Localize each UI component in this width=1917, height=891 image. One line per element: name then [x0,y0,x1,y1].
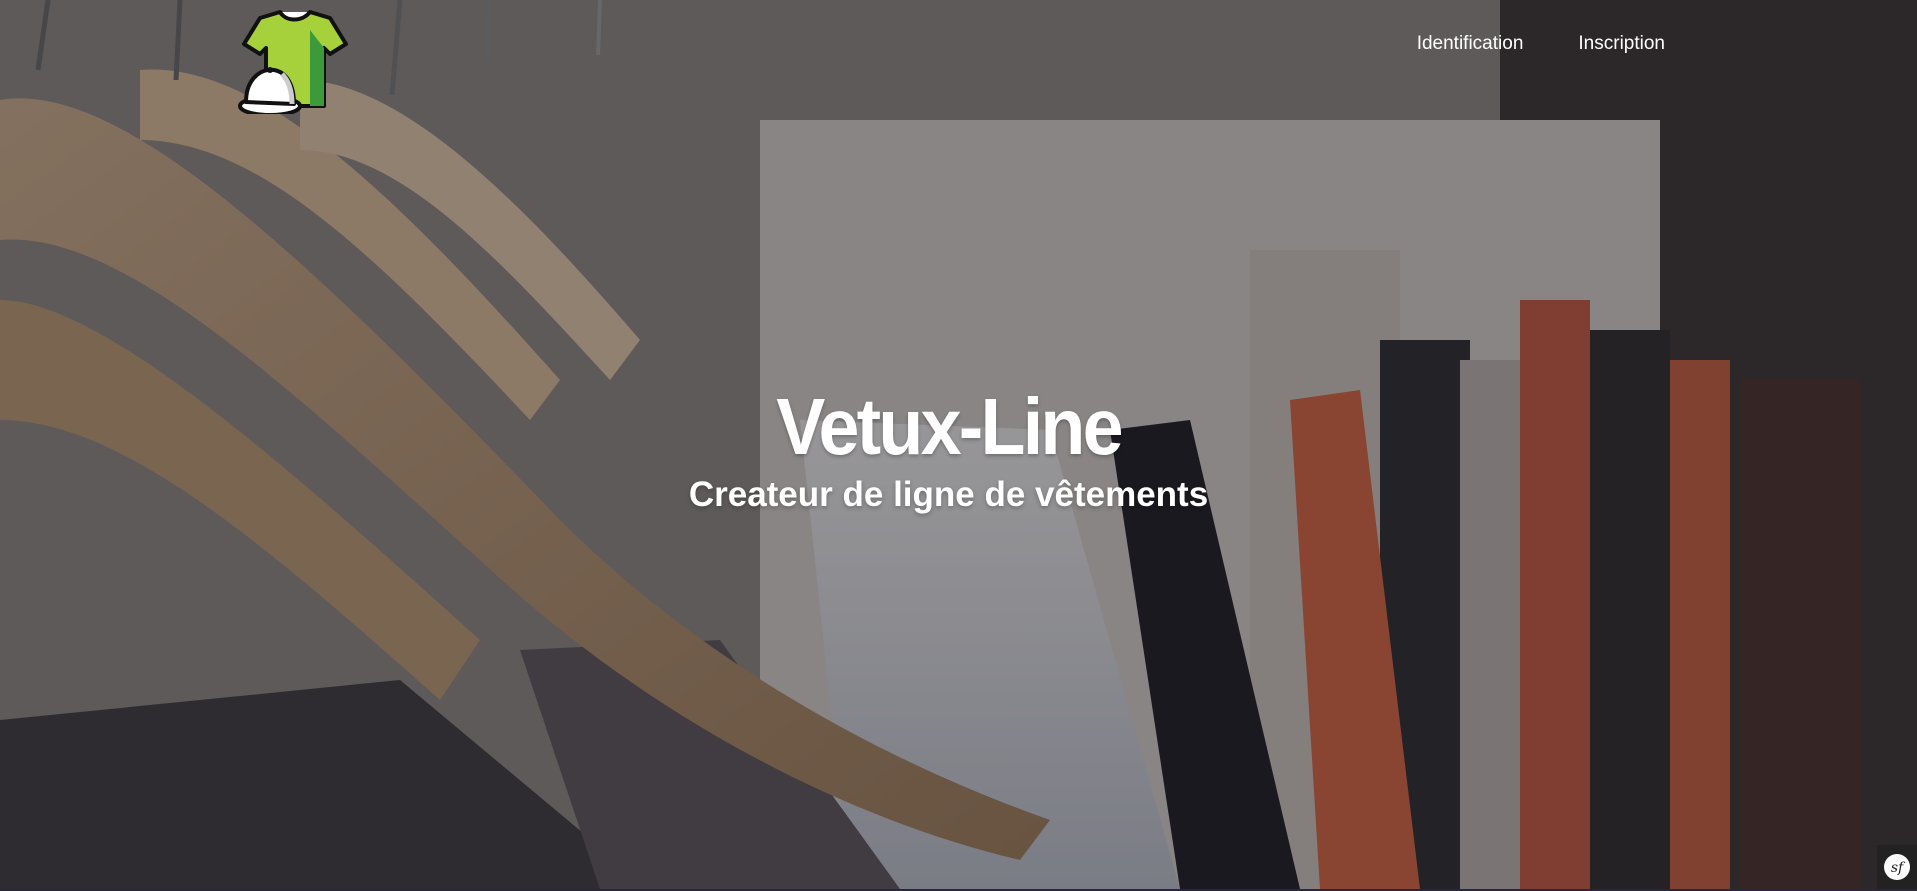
symfony-icon: sf [1884,854,1910,880]
tshirt-cap-icon[interactable] [238,8,352,117]
symfony-toolbar-toggle[interactable]: sf [1877,845,1917,889]
inscription-link[interactable]: Inscription [1578,33,1665,55]
hero-subtitle: Createur de ligne de vêtements [688,475,1209,514]
hero-title: Vetux-Line [776,382,1123,471]
top-nav: Identification Inscription [1417,33,1665,55]
hero-section: Identification Inscription Vetux-Line Cr… [0,0,1917,889]
identification-link[interactable]: Identification [1417,33,1524,55]
